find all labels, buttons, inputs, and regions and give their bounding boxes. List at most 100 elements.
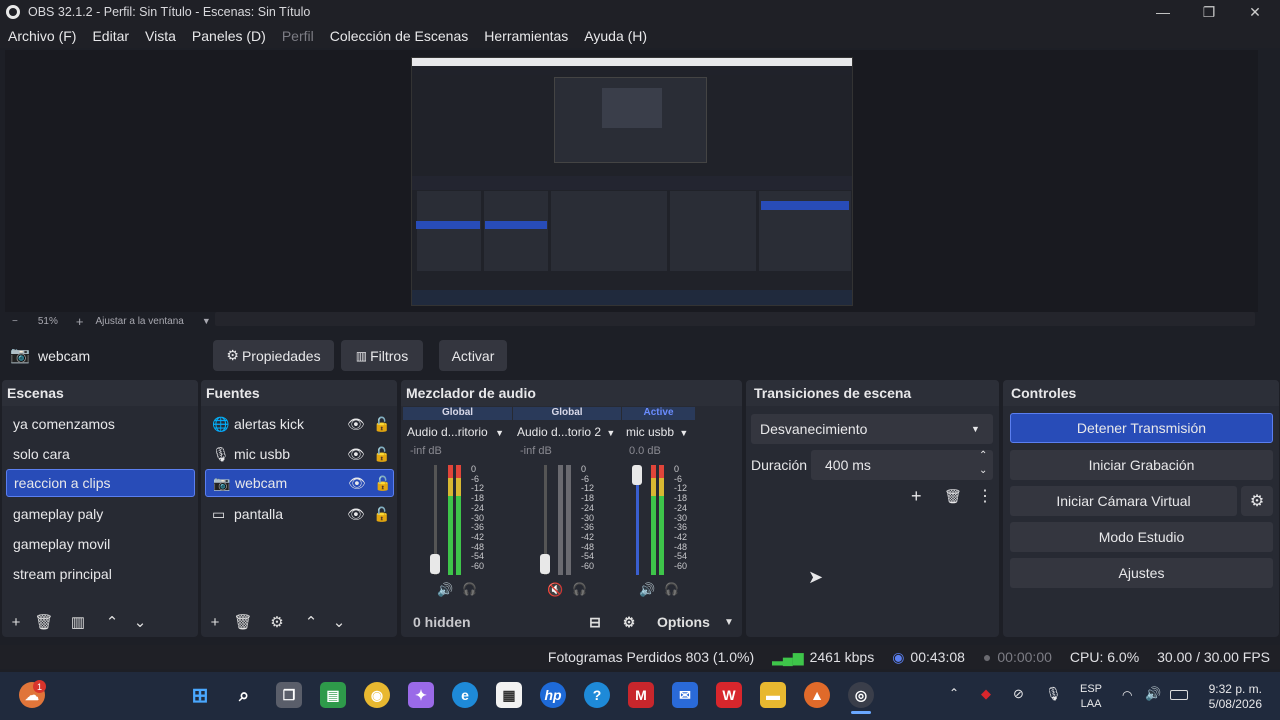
task-view-icon[interactable]: ❐ bbox=[276, 682, 302, 708]
volume-slider-handle[interactable] bbox=[632, 465, 642, 485]
start-recording-button[interactable]: Iniciar Grabación bbox=[1010, 450, 1273, 480]
menu-herramientas[interactable]: Herramientas bbox=[476, 28, 576, 44]
mic-icon[interactable]: 🎙 bbox=[1045, 686, 1062, 702]
app-icon[interactable]: ▲ bbox=[804, 682, 830, 708]
mixer-layout-icon[interactable]: ⊟ bbox=[581, 614, 609, 631]
chevron-down-icon[interactable]: ▼ bbox=[715, 617, 743, 628]
preview-canvas[interactable] bbox=[411, 57, 853, 306]
eye-icon[interactable]: 👁 bbox=[347, 446, 365, 463]
language-indicator[interactable]: ESP LAA bbox=[1080, 682, 1102, 712]
close-button[interactable]: ✕ bbox=[1232, 0, 1278, 24]
scene-item[interactable]: solo cara bbox=[6, 440, 195, 468]
zoom-out-button[interactable]: − bbox=[12, 316, 18, 327]
mcafee-icon[interactable]: M bbox=[628, 682, 654, 708]
scene-item-selected[interactable]: reaccion a clips bbox=[6, 469, 195, 497]
channel-name[interactable]: Audio d...torio 2 ▼ bbox=[513, 420, 621, 439]
chrome-icon[interactable]: ◉ bbox=[364, 682, 390, 708]
advanced-audio-icon[interactable]: ⚙ bbox=[615, 614, 643, 631]
lock-icon[interactable]: 🔓 bbox=[373, 416, 390, 433]
move-down-icon[interactable]: ⌄ bbox=[325, 613, 353, 631]
trash-icon[interactable]: 🗑 bbox=[229, 613, 257, 631]
source-item[interactable]: 🎙 mic usbb 👁 🔓 bbox=[205, 440, 394, 468]
options-button[interactable]: Options bbox=[657, 614, 710, 630]
lock-icon[interactable]: 🔓 bbox=[373, 506, 390, 523]
menu-coleccion[interactable]: Colección de Escenas bbox=[322, 28, 477, 44]
start-icon[interactable]: ⊞ bbox=[187, 682, 213, 708]
gear-icon[interactable]: ⚙ bbox=[1241, 486, 1273, 516]
headphones-icon[interactable]: 🎧 bbox=[462, 582, 477, 596]
lock-icon[interactable]: 🔓 bbox=[373, 446, 390, 463]
volume-icon[interactable]: 🔊 bbox=[1145, 686, 1161, 702]
terminal-icon[interactable]: ▤ bbox=[320, 682, 346, 708]
activate-button[interactable]: Activar bbox=[439, 340, 507, 371]
add-icon[interactable]: + bbox=[2, 614, 30, 631]
move-up-icon[interactable]: ⌃ bbox=[297, 613, 325, 631]
muted-speaker-icon[interactable]: 🔇 bbox=[547, 582, 563, 598]
menu-paneles[interactable]: Paneles (D) bbox=[184, 28, 274, 44]
gear-icon[interactable]: ⚙ bbox=[263, 613, 291, 631]
scene-filter-icon[interactable]: ▥ bbox=[64, 613, 92, 631]
hp-icon[interactable]: hp bbox=[540, 682, 566, 708]
eye-icon[interactable]: 👁 bbox=[347, 506, 365, 523]
headphones-icon[interactable]: 🎧 bbox=[664, 582, 679, 596]
lock-icon[interactable]: 🔓 bbox=[374, 475, 391, 492]
speaker-icon[interactable]: 🔊 bbox=[639, 582, 655, 598]
chevron-up-icon[interactable]: ⌃ bbox=[949, 686, 959, 700]
speaker-icon[interactable]: 🔊 bbox=[437, 582, 453, 598]
scene-item[interactable]: stream principal bbox=[6, 560, 195, 588]
move-down-icon[interactable]: ⌄ bbox=[126, 613, 154, 631]
stop-streaming-button[interactable]: Detener Transmisión bbox=[1010, 413, 1273, 443]
trash-icon[interactable]: 🗑 bbox=[30, 613, 58, 631]
eye-icon[interactable]: 👁 bbox=[347, 416, 365, 433]
menu-vista[interactable]: Vista bbox=[137, 28, 184, 44]
settings-button[interactable]: Ajustes bbox=[1010, 558, 1273, 588]
copilot-icon[interactable]: ✦ bbox=[408, 682, 434, 708]
trash-icon[interactable]: 🗑 bbox=[944, 488, 962, 505]
duration-input[interactable]: 400 ms ⌃ ⌄ bbox=[811, 450, 993, 480]
channel-name[interactable]: Audio d...ritorio ▼ bbox=[403, 420, 512, 439]
menu-editar[interactable]: Editar bbox=[84, 28, 137, 44]
tray-app-icon[interactable]: ◆ bbox=[981, 686, 991, 702]
source-item-selected[interactable]: 📷 webcam 👁 🔓 bbox=[205, 469, 394, 497]
move-up-icon[interactable]: ⌃ bbox=[98, 613, 126, 631]
source-item[interactable]: ▭ pantalla 👁 🔓 bbox=[205, 500, 394, 528]
add-icon[interactable]: + bbox=[201, 614, 229, 631]
help-icon[interactable]: ? bbox=[584, 682, 610, 708]
stepper-down-icon[interactable]: ⌄ bbox=[979, 465, 987, 476]
channel-name[interactable]: mic usbb ▼ bbox=[622, 420, 695, 439]
menu-perfil[interactable]: Perfil bbox=[274, 28, 322, 44]
minimize-button[interactable]: — bbox=[1140, 0, 1186, 24]
menu-ayuda[interactable]: Ayuda (H) bbox=[576, 28, 655, 44]
folder-icon[interactable]: ▬ bbox=[760, 682, 786, 708]
filters-button[interactable]: ▥ Filtros bbox=[341, 340, 423, 371]
scene-item[interactable]: gameplay movil bbox=[6, 530, 195, 558]
properties-button[interactable]: ⚙ Propiedades bbox=[213, 340, 334, 371]
more-options-icon[interactable]: ⋮ bbox=[977, 486, 993, 506]
headphones-icon[interactable]: 🎧 bbox=[572, 582, 587, 596]
menu-archivo[interactable]: Archivo (F) bbox=[0, 28, 84, 44]
start-virtual-camera-button[interactable]: Iniciar Cámara Virtual bbox=[1010, 486, 1237, 516]
obs-taskbar-icon[interactable]: ◎ bbox=[848, 682, 874, 708]
battery-icon[interactable] bbox=[1170, 690, 1188, 700]
scene-item[interactable]: gameplay paly bbox=[6, 500, 195, 528]
studio-mode-button[interactable]: Modo Estudio bbox=[1010, 522, 1273, 552]
chevron-down-icon[interactable]: ▼ bbox=[202, 316, 211, 326]
edge-icon[interactable]: e bbox=[452, 682, 478, 708]
add-transition-icon[interactable]: + bbox=[911, 486, 922, 507]
search-icon[interactable]: ⌕ bbox=[231, 682, 257, 708]
stepper-up-icon[interactable]: ⌃ bbox=[979, 450, 987, 461]
scene-item[interactable]: ya comenzamos bbox=[6, 410, 195, 438]
wifi-icon[interactable]: ◠ bbox=[1122, 688, 1132, 702]
volume-slider-handle[interactable] bbox=[540, 554, 550, 574]
source-item[interactable]: 🌐 alertas kick 👁 🔓 bbox=[205, 410, 394, 438]
outlook-icon[interactable]: ✉ bbox=[672, 682, 698, 708]
zoom-in-button[interactable]: + bbox=[76, 314, 84, 329]
fit-window-label[interactable]: Ajustar a la ventana bbox=[95, 316, 183, 327]
store-icon[interactable]: ▦ bbox=[496, 682, 522, 708]
wps-icon[interactable]: W bbox=[716, 682, 742, 708]
volume-slider-handle[interactable] bbox=[430, 554, 440, 574]
clock[interactable]: 9:32 p. m. 5/08/2026 bbox=[1200, 682, 1262, 712]
eye-icon[interactable]: 👁 bbox=[348, 475, 366, 492]
maximize-button[interactable]: ❐ bbox=[1186, 0, 1232, 24]
transition-select[interactable]: Desvanecimiento ▼ bbox=[751, 414, 993, 444]
